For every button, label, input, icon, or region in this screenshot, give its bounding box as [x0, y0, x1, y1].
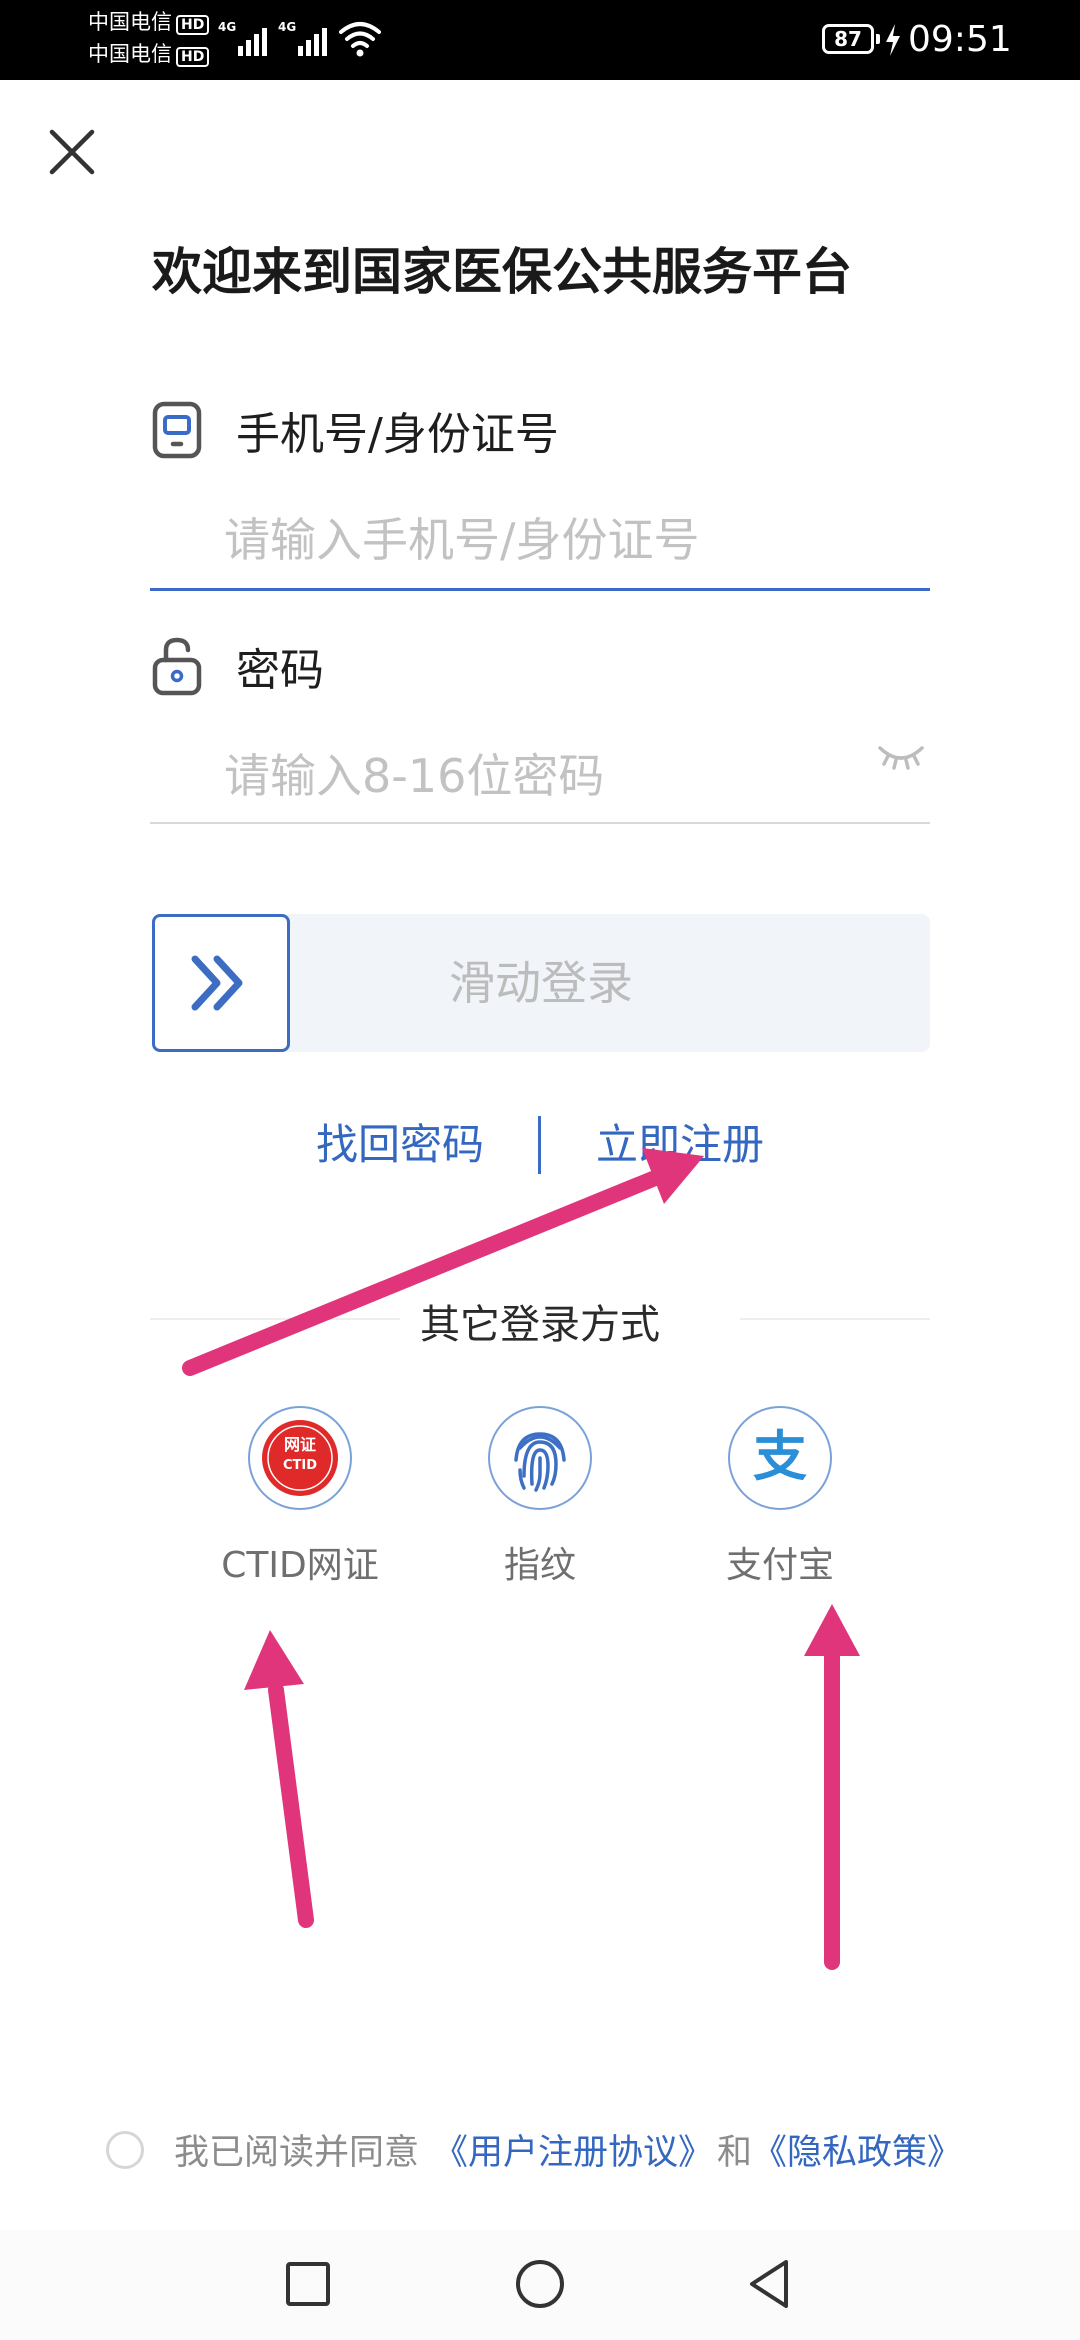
back-icon[interactable] [740, 2254, 800, 2314]
agreement-prefix: 我已阅读并同意 [174, 2133, 420, 2173]
arrowhead-ctid [244, 1630, 304, 1690]
system-nav-bar [0, 2230, 1080, 2340]
home-icon[interactable] [510, 2254, 570, 2314]
privacy-policy-link[interactable]: 《隐私政策》 [752, 2124, 962, 2175]
arrow-to-register [182, 1168, 668, 1376]
agreement-checkbox[interactable] [106, 2130, 144, 2169]
recent-apps-icon[interactable] [278, 2254, 338, 2314]
agreement-and: 和 [717, 2133, 753, 2173]
agreement-row: 我已阅读并同意 《用户注册协议》 和 《隐私政策》 [106, 2124, 962, 2175]
annotation-arrows [182, 1148, 860, 1970]
user-agreement-link[interactable]: 《用户注册协议》 [433, 2124, 713, 2175]
arrow-to-ctid [268, 1682, 314, 1928]
arrowhead-alipay [804, 1604, 860, 1656]
